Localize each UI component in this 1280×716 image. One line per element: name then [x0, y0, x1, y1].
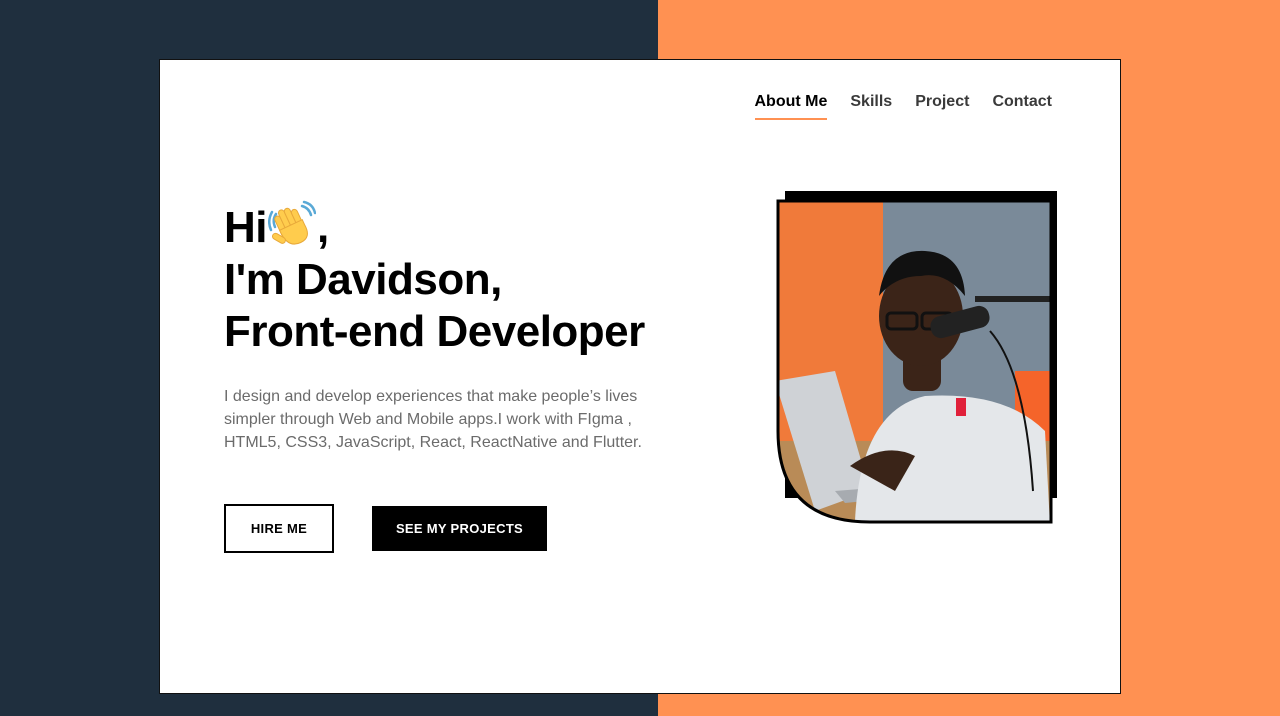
- greeting-comma: ,: [317, 203, 329, 252]
- greeting-line: Hi ,: [224, 200, 645, 254]
- see-my-projects-button[interactable]: SEE MY PROJECTS: [372, 506, 547, 551]
- nav-item-project[interactable]: Project: [915, 93, 969, 120]
- role-line: Front-end Developer: [224, 307, 645, 356]
- nav-item-skills[interactable]: Skills: [850, 93, 892, 120]
- waving-hand-icon: [268, 200, 317, 248]
- name-line: I'm Davidson,: [224, 255, 502, 304]
- hire-me-button[interactable]: HIRE ME: [224, 504, 334, 553]
- nav-item-contact[interactable]: Contact: [992, 93, 1052, 120]
- hero-title: Hi , I'm Davidson, Front-end Developer: [224, 200, 645, 358]
- top-nav: About Me Skills Project Contact: [754, 93, 1052, 120]
- portfolio-card: About Me Skills Project Contact Hi , I'm…: [159, 59, 1121, 694]
- nav-item-about-me[interactable]: About Me: [754, 93, 828, 120]
- intro-paragraph: I design and develop experiences that ma…: [224, 388, 642, 451]
- profile-photo: [775, 191, 1058, 525]
- greeting-text: Hi: [224, 203, 268, 252]
